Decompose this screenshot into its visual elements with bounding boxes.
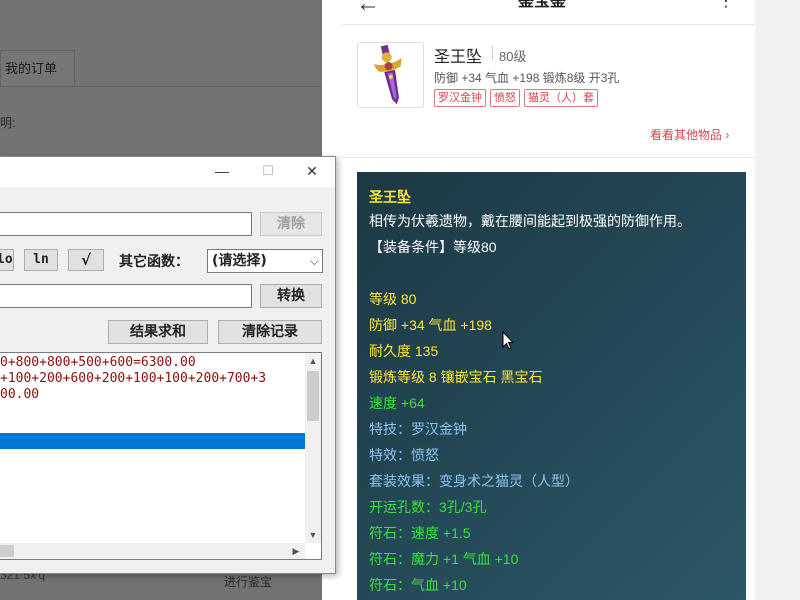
- detail-spacer: [369, 260, 734, 286]
- maximize-icon[interactable]: ☐: [258, 161, 278, 181]
- window-titlebar[interactable]: — ☐ ✕: [0, 157, 335, 187]
- horizontal-scroll-thumb[interactable]: [0, 545, 14, 557]
- tag-skill: 罗汉金钟: [434, 89, 486, 107]
- watermark-logo-icon: [668, 30, 694, 52]
- item-detail-panel: ← 鉴宝鉴 ⋮ 圣王坠 80级 防御 +34 气血 +198 锻炼8级 开3孔: [322, 0, 755, 600]
- item-level: 80级: [499, 49, 527, 64]
- chevron-right-icon: ›: [725, 128, 730, 142]
- sum-results-button[interactable]: 结果求和: [108, 320, 208, 344]
- function-select[interactable]: (请选择) ⌵: [207, 249, 323, 273]
- selected-record-row[interactable]: [0, 433, 305, 449]
- vertical-scrollbar[interactable]: ▲ ▼: [305, 353, 321, 543]
- other-functions-label: 其它函数：: [119, 254, 189, 270]
- panel-header: ← 鉴宝鉴 ⋮: [322, 0, 755, 22]
- detail-rune-2: 符石：魔力 +1 气血 +10: [369, 551, 519, 567]
- convert-button[interactable]: 转换: [260, 284, 322, 308]
- card-divider: [342, 157, 755, 158]
- see-other-items-link[interactable]: 看看其他物品 ›: [650, 126, 729, 143]
- tag-set: 猫灵（人）套: [524, 89, 598, 107]
- calculation-records[interactable]: 0+800+800+500+600=6300.00 +100+200+600+2…: [0, 352, 322, 560]
- item-stats: 防御 +34 气血 +198 锻炼8级 开3孔: [434, 71, 620, 85]
- detail-durability: 耐久度 135: [369, 343, 439, 359]
- tag-effect: 愤怒: [490, 89, 520, 107]
- scroll-right-icon[interactable]: ▶: [288, 543, 304, 559]
- sqrt-button[interactable]: √: [68, 249, 104, 271]
- calculator-window: — ☐ ✕ 清除 log ln √ 其它函数： (请选择) ⌵ 转换 结果求和 …: [0, 156, 336, 574]
- function-select-value: (请选择): [212, 253, 267, 269]
- detail-holes: 开运孔数：3孔/3孔: [369, 499, 487, 515]
- detail-level: 等级 80: [369, 291, 417, 307]
- clear-records-button[interactable]: 清除记录: [218, 320, 322, 344]
- detail-rune-1: 符石：速度 +1.5: [369, 525, 471, 541]
- scroll-up-icon[interactable]: ▲: [305, 353, 321, 369]
- see-other-label: 看看其他物品: [650, 128, 723, 142]
- right-gutter: [755, 0, 800, 600]
- detail-defense: 防御 +34 气血 +198: [369, 317, 492, 333]
- convert-input[interactable]: [0, 284, 252, 308]
- detail-forge: 锻炼等级 8 镶嵌宝石 黑宝石: [369, 369, 543, 385]
- detail-set-effect: 套装效果：变身术之猫灵（人型）: [369, 473, 579, 489]
- detail-skill: 特技：罗汉金钟: [369, 421, 467, 437]
- page-title: 鉴宝鉴: [517, 0, 566, 10]
- horizontal-scrollbar[interactable]: ▶: [0, 543, 305, 559]
- detail-rune-3: 符石：气血 +10: [369, 577, 467, 593]
- record-line: 0+800+800+500+600=6300.00: [0, 355, 196, 370]
- expression-input[interactable]: [0, 212, 252, 236]
- vertical-scroll-thumb[interactable]: [307, 371, 319, 421]
- detail-title: 圣王坠: [369, 189, 411, 205]
- detail-description: 相传为伏羲遗物，戴在腰间能起到极强的防御作用。: [369, 213, 691, 229]
- scroll-down-icon[interactable]: ▼: [305, 527, 321, 543]
- watermark-text: CC直播: [698, 35, 750, 52]
- watermark: CC直播: [668, 30, 778, 54]
- minimize-icon[interactable]: —: [212, 161, 232, 181]
- more-icon[interactable]: ⋮: [718, 0, 734, 12]
- item-thumbnail: [357, 42, 424, 108]
- mouse-cursor-icon: [502, 331, 514, 350]
- item-detail-box: 圣王坠 相传为伏羲遗物，戴在腰间能起到极强的防御作用。 【装备条件】等级80 等…: [357, 172, 746, 600]
- close-icon[interactable]: ✕: [302, 161, 322, 181]
- ln-button[interactable]: ln: [24, 249, 58, 271]
- chevron-down-icon: ⌵: [309, 254, 319, 268]
- record-line: 00.00: [0, 387, 40, 402]
- back-arrow-icon[interactable]: ←: [356, 0, 380, 16]
- detail-effect: 特效：愤怒: [369, 447, 439, 463]
- pendant-icon: [373, 44, 402, 105]
- detail-speed: 速度 +64: [369, 395, 425, 411]
- level-separator: [492, 46, 493, 60]
- item-tags: 罗汉金钟 愤怒 猫灵（人）套: [434, 89, 598, 107]
- log-button[interactable]: log: [0, 249, 14, 271]
- detail-requirement: 【装备条件】等级80: [369, 239, 497, 255]
- item-name: 圣王坠: [434, 49, 483, 66]
- record-line: +100+200+600+200+100+100+200+700+3: [0, 371, 267, 386]
- clear-button[interactable]: 清除: [260, 212, 322, 236]
